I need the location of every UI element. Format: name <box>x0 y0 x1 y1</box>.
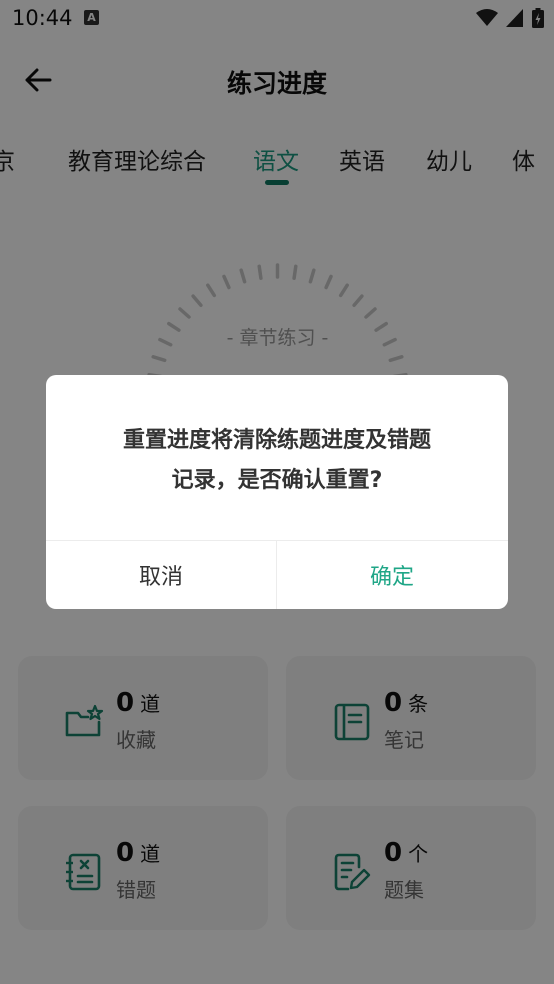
practice-progress-screen: 10:44 A 练习进度 京 教育理论综合 语文 英语 幼儿 体 - 章节练习 … <box>0 0 554 984</box>
dialog-message: 重置进度将清除练题进度及错题 记录，是否确认重置? <box>76 421 478 501</box>
cancel-button[interactable]: 取消 <box>46 541 276 609</box>
dialog-message-line2: 记录，是否确认重置? <box>171 468 383 493</box>
dialog-message-line1: 重置进度将清除练题进度及错题 <box>122 428 431 453</box>
reset-confirm-dialog: 重置进度将清除练题进度及错题 记录，是否确认重置? 取消 确定 <box>46 375 508 609</box>
confirm-button[interactable]: 确定 <box>277 541 507 609</box>
